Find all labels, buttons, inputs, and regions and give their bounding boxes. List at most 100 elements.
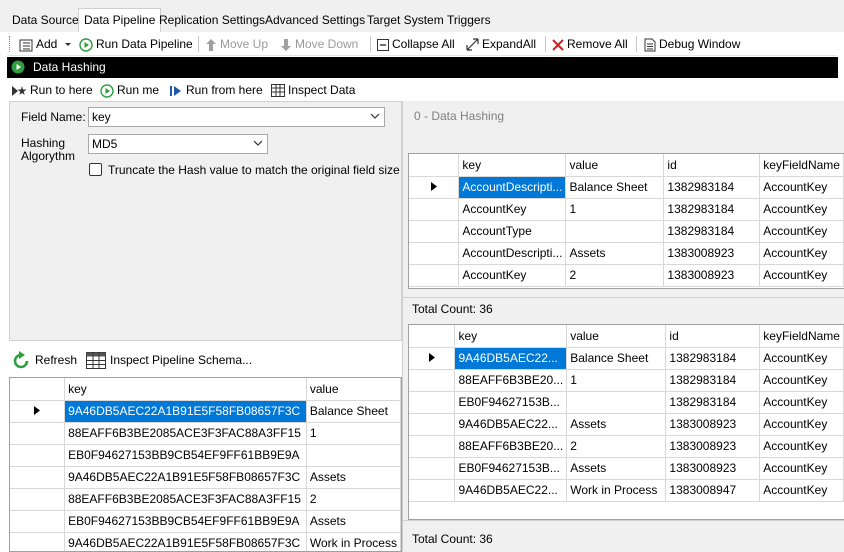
- column-header-key[interactable]: key: [64, 378, 307, 401]
- table-row[interactable]: 88EAFF6B3BE2085ACE3F3FAC88A3FF15 2: [10, 488, 401, 511]
- column-header-value[interactable]: value: [566, 325, 667, 348]
- table-row[interactable]: EB0F94627153BB9CB54EF9FF61BB9E9A Assets: [10, 510, 401, 533]
- step-header-bar[interactable]: Data Hashing: [7, 57, 838, 78]
- column-header-id[interactable]: id: [663, 154, 761, 177]
- table-row[interactable]: 9A46DB5AEC22... Work in Process 13830089…: [409, 479, 844, 502]
- grid-cell[interactable]: 1382983184: [663, 176, 761, 199]
- row-header[interactable]: [409, 198, 460, 221]
- column-header-value[interactable]: value: [565, 154, 665, 177]
- column-header-key-field-name[interactable]: keyFieldName: [759, 325, 844, 348]
- grid-cell[interactable]: Assets: [306, 466, 401, 489]
- row-header[interactable]: [409, 435, 456, 458]
- grid-cell[interactable]: EB0F94627153B...: [454, 457, 568, 480]
- table-row[interactable]: 9A46DB5AEC22A1B91E5F58FB08657F3C Assets: [10, 466, 401, 489]
- tab-data-pipeline[interactable]: Data Pipeline: [78, 8, 162, 32]
- table-row[interactable]: AccountDescripti... Balance Sheet 138298…: [409, 176, 844, 199]
- table-row[interactable]: AccountKey 2 1383008923 AccountKey: [409, 264, 844, 287]
- grid-cell[interactable]: 1: [565, 198, 665, 221]
- grid-cell[interactable]: AccountKey: [759, 264, 844, 287]
- row-header[interactable]: [409, 479, 456, 502]
- grid-cell[interactable]: AccountKey: [759, 435, 844, 458]
- move-down-button[interactable]: Move Down: [280, 32, 358, 56]
- table-row[interactable]: 9A46DB5AEC22A1B91E5F58FB08657F3C Work in…: [10, 532, 401, 551]
- row-header[interactable]: [10, 466, 66, 489]
- grid-cell[interactable]: 9A46DB5AEC22...: [454, 347, 568, 370]
- grid-cell[interactable]: AccountKey: [759, 242, 844, 265]
- grid-cell[interactable]: 1383008923: [665, 413, 761, 436]
- grid-cell[interactable]: Balance Sheet: [306, 400, 401, 423]
- hashing-algorithm-select[interactable]: MD5: [88, 134, 268, 154]
- remove-all-button[interactable]: Remove All: [552, 32, 628, 56]
- grid-cell[interactable]: 2: [306, 488, 401, 511]
- grid-cell[interactable]: [566, 391, 667, 414]
- grid-cell[interactable]: 1383008923: [665, 457, 761, 480]
- grid-cell[interactable]: Assets: [565, 242, 665, 265]
- row-header[interactable]: [10, 422, 66, 445]
- field-name-select[interactable]: key: [88, 107, 385, 127]
- row-header[interactable]: [409, 413, 456, 436]
- row-header[interactable]: [409, 391, 456, 414]
- grid-cell[interactable]: AccountDescripti...: [458, 176, 567, 199]
- grid-cell[interactable]: 88EAFF6B3BE2085ACE3F3FAC88A3FF15: [64, 488, 307, 511]
- grid-cell[interactable]: 1382983184: [663, 198, 761, 221]
- table-row[interactable]: 9A46DB5AEC22A1B91E5F58FB08657F3C Balance…: [10, 400, 401, 423]
- grid-cell[interactable]: EB0F94627153B...: [454, 391, 568, 414]
- table-row[interactable]: 88EAFF6B3BE2085ACE3F3FAC88A3FF15 1: [10, 422, 401, 445]
- grid-cell[interactable]: Balance Sheet: [565, 176, 665, 199]
- grid-cell[interactable]: 1382983184: [665, 391, 761, 414]
- grid-cell[interactable]: 1383008947: [665, 479, 761, 502]
- column-header-value[interactable]: value: [306, 378, 401, 401]
- truncate-checkbox[interactable]: [89, 163, 102, 176]
- grid-cell[interactable]: Work in Process: [306, 532, 401, 551]
- grid-cell[interactable]: Assets: [566, 457, 667, 480]
- grid-cell[interactable]: [306, 444, 401, 467]
- grid-cell[interactable]: AccountKey: [458, 264, 567, 287]
- tab-data-source[interactable]: Data Source: [7, 10, 84, 31]
- table-row[interactable]: EB0F94627153BB9CB54EF9FF61BB9E9A: [10, 444, 401, 467]
- grid-cell[interactable]: AccountDescripti...: [458, 242, 567, 265]
- tab-replication-settings[interactable]: Replication Settings: [154, 10, 270, 31]
- row-header[interactable]: [10, 444, 66, 467]
- grid-cell[interactable]: 1383008923: [663, 242, 761, 265]
- grid-cell[interactable]: AccountKey: [759, 457, 844, 480]
- grid-cell[interactable]: 1383008923: [665, 435, 761, 458]
- grid-cell[interactable]: 9A46DB5AEC22A1B91E5F58FB08657F3C: [64, 466, 307, 489]
- tab-triggers[interactable]: Triggers: [442, 10, 496, 31]
- row-header[interactable]: [409, 369, 456, 392]
- table-row[interactable]: AccountKey 1 1382983184 AccountKey: [409, 198, 844, 221]
- row-header[interactable]: [409, 347, 456, 370]
- grid-cell[interactable]: AccountKey: [759, 176, 844, 199]
- column-header-key[interactable]: key: [458, 154, 567, 177]
- run-me-button[interactable]: Run me: [100, 81, 159, 99]
- table-row[interactable]: 88EAFF6B3BE20... 1 1382983184 AccountKey: [409, 369, 844, 392]
- inspect-pipeline-schema-button[interactable]: Inspect Pipeline Schema...: [86, 350, 252, 370]
- table-row[interactable]: EB0F94627153B... Assets 1383008923 Accou…: [409, 457, 844, 480]
- grid-cell[interactable]: 88EAFF6B3BE20...: [454, 435, 568, 458]
- grid-cell[interactable]: Assets: [306, 510, 401, 533]
- grid-cell[interactable]: Assets: [566, 413, 667, 436]
- grid-cell[interactable]: EB0F94627153BB9CB54EF9FF61BB9E9A: [64, 510, 307, 533]
- grid-cell[interactable]: 1: [566, 369, 667, 392]
- debug-window-button[interactable]: Debug Window: [644, 32, 740, 56]
- row-header[interactable]: [409, 457, 456, 480]
- tab-target-system[interactable]: Target System: [362, 10, 449, 31]
- column-header-id[interactable]: id: [665, 325, 761, 348]
- grid-cell[interactable]: 88EAFF6B3BE20...: [454, 369, 568, 392]
- grid-cell[interactable]: 2: [565, 264, 665, 287]
- truncate-label[interactable]: Truncate the Hash value to match the ori…: [108, 163, 400, 177]
- grid-cell[interactable]: AccountKey: [759, 198, 844, 221]
- grid-cell[interactable]: 1382983184: [663, 220, 761, 243]
- run-data-pipeline-button[interactable]: Run Data Pipeline: [79, 32, 193, 56]
- refresh-button[interactable]: Refresh: [11, 350, 77, 370]
- inspect-data-button[interactable]: Inspect Data: [271, 81, 355, 99]
- table-row[interactable]: AccountDescripti... Assets 1383008923 Ac…: [409, 242, 844, 265]
- grid-cell[interactable]: AccountKey: [759, 220, 844, 243]
- grid-cell[interactable]: 9A46DB5AEC22A1B91E5F58FB08657F3C: [64, 532, 307, 551]
- grid-cell[interactable]: AccountKey: [759, 479, 844, 502]
- grid-cell[interactable]: Balance Sheet: [566, 347, 667, 370]
- move-up-button[interactable]: Move Up: [205, 32, 268, 56]
- grid-cell[interactable]: AccountKey: [759, 347, 844, 370]
- row-header[interactable]: [409, 220, 460, 243]
- grid-cell[interactable]: AccountKey: [759, 413, 844, 436]
- row-header[interactable]: [409, 176, 460, 199]
